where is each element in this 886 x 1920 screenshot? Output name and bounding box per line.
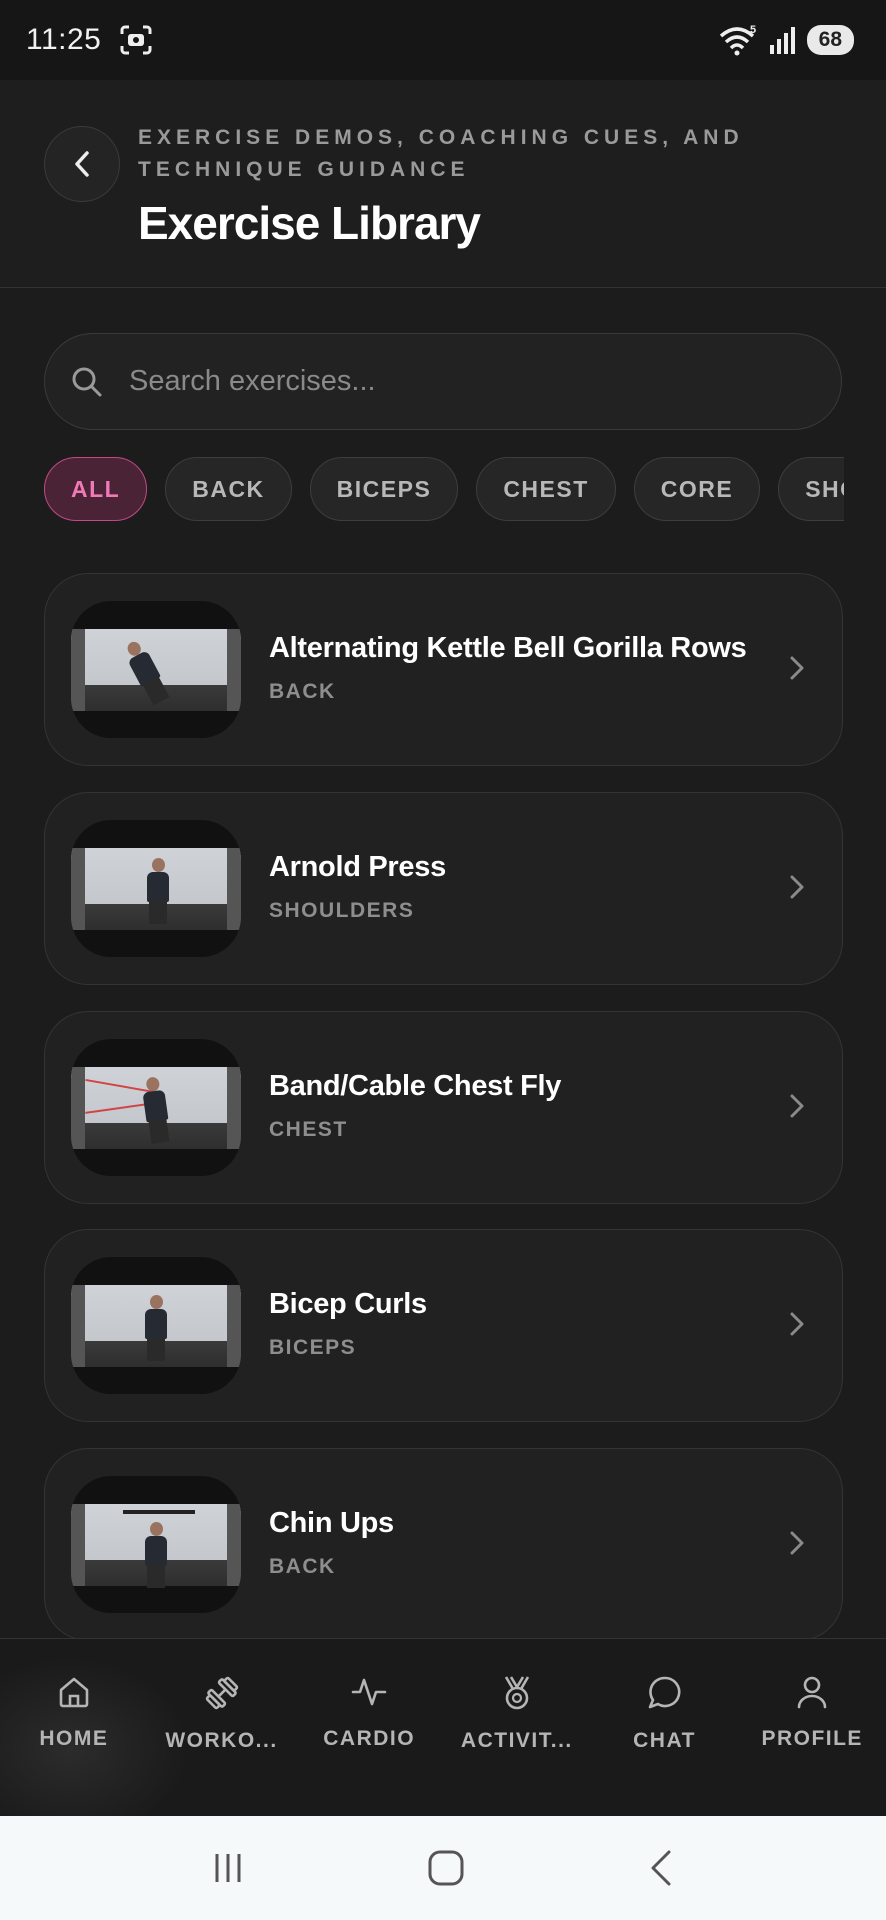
exercise-card[interactable]: Arnold Press SHOULDERS xyxy=(44,792,843,985)
back-nav-icon[interactable] xyxy=(647,1849,675,1887)
clock: 11:25 xyxy=(26,23,102,56)
exercise-card[interactable]: Bicep Curls BICEPS xyxy=(44,1229,843,1422)
nav-home[interactable]: HOME xyxy=(0,1639,148,1816)
signal-icon xyxy=(769,27,795,54)
exercise-thumbnail xyxy=(71,1257,241,1394)
exercise-name: Bicep Curls xyxy=(269,1288,427,1320)
search-input[interactable] xyxy=(129,365,769,398)
filter-chip-chest[interactable]: CHEST xyxy=(476,457,616,521)
activity-pulse-icon xyxy=(351,1678,387,1706)
exercise-thumbnail xyxy=(71,1039,241,1176)
back-button[interactable] xyxy=(44,126,120,202)
wifi-icon: 5 xyxy=(719,24,756,56)
chevron-right-icon xyxy=(790,875,804,899)
exercise-category: BACK xyxy=(269,1555,336,1578)
status-bar: 11:25 5 68 xyxy=(0,0,886,80)
exercise-thumbnail xyxy=(71,820,241,957)
nav-cardio[interactable]: CARDIO xyxy=(295,1639,443,1816)
nav-workouts[interactable]: WORKO... xyxy=(148,1639,296,1816)
bottom-navigation: HOME WORKO... CARDIO ACTIVIT... CHAT PRO… xyxy=(0,1638,886,1849)
category-filter-chips: ALL BACK BICEPS CHEST CORE SHOULDERS xyxy=(44,457,844,523)
chevron-right-icon xyxy=(790,1094,804,1118)
svg-text:5: 5 xyxy=(750,24,756,36)
exercise-name: Alternating Kettle Bell Gorilla Rows xyxy=(269,632,747,664)
nav-label: ACTIVIT... xyxy=(460,1729,573,1752)
page-header: EXERCISE DEMOS, COACHING CUES, AND TECHN… xyxy=(0,80,886,288)
chevron-right-icon xyxy=(790,656,804,680)
exercise-name: Chin Ups xyxy=(269,1507,394,1539)
filter-chip-core[interactable]: CORE xyxy=(633,457,761,521)
exercise-category: SHOULDERS xyxy=(269,899,415,922)
exercise-name: Band/Cable Chest Fly xyxy=(269,1070,562,1102)
screenshot-icon xyxy=(120,25,152,55)
nav-label: HOME xyxy=(39,1727,109,1750)
nav-label: CHAT xyxy=(633,1729,696,1752)
nav-label: CARDIO xyxy=(323,1727,416,1750)
chat-bubble-icon xyxy=(648,1676,680,1709)
exercise-name: Arnold Press xyxy=(269,851,446,883)
user-icon xyxy=(797,1676,827,1709)
nav-chat[interactable]: CHAT xyxy=(591,1639,739,1816)
chevron-right-icon xyxy=(790,1531,804,1555)
exercise-category: BICEPS xyxy=(269,1336,357,1359)
battery-indicator: 68 xyxy=(806,25,854,55)
chevron-right-icon xyxy=(790,1312,804,1336)
dumbbell-icon xyxy=(205,1676,238,1710)
search-icon xyxy=(72,367,102,396)
exercise-card[interactable]: Band/Cable Chest Fly CHEST xyxy=(44,1011,843,1204)
filter-chip-shoulders[interactable]: SHOULDERS xyxy=(778,457,844,521)
exercise-thumbnail xyxy=(71,601,241,738)
exercise-thumbnail xyxy=(71,1476,241,1613)
chevron-left-icon xyxy=(75,151,89,177)
filter-chip-back[interactable]: BACK xyxy=(165,457,292,521)
page-title: Exercise Library xyxy=(138,197,481,249)
home-icon xyxy=(59,1677,89,1708)
filter-chip-biceps[interactable]: BICEPS xyxy=(309,457,459,521)
exercise-card[interactable]: Alternating Kettle Bell Gorilla Rows BAC… xyxy=(44,573,843,766)
exercise-category: BACK xyxy=(269,680,336,703)
exercise-card[interactable]: Chin Ups BACK xyxy=(44,1448,843,1641)
nav-label: WORKO... xyxy=(165,1729,278,1752)
nav-activities[interactable]: ACTIVIT... xyxy=(443,1639,591,1816)
search-bar[interactable] xyxy=(44,333,842,430)
exercise-category: CHEST xyxy=(269,1118,348,1141)
medal-icon xyxy=(504,1676,529,1710)
nav-label: PROFILE xyxy=(761,1727,863,1750)
page-subtitle: EXERCISE DEMOS, COACHING CUES, AND TECHN… xyxy=(138,126,744,181)
filter-chip-all[interactable]: ALL xyxy=(44,457,148,521)
recent-apps-icon[interactable] xyxy=(211,1851,245,1885)
home-button-icon[interactable] xyxy=(427,1849,465,1887)
nav-profile[interactable]: PROFILE xyxy=(738,1639,886,1816)
system-navigation-bar xyxy=(0,1816,886,1920)
